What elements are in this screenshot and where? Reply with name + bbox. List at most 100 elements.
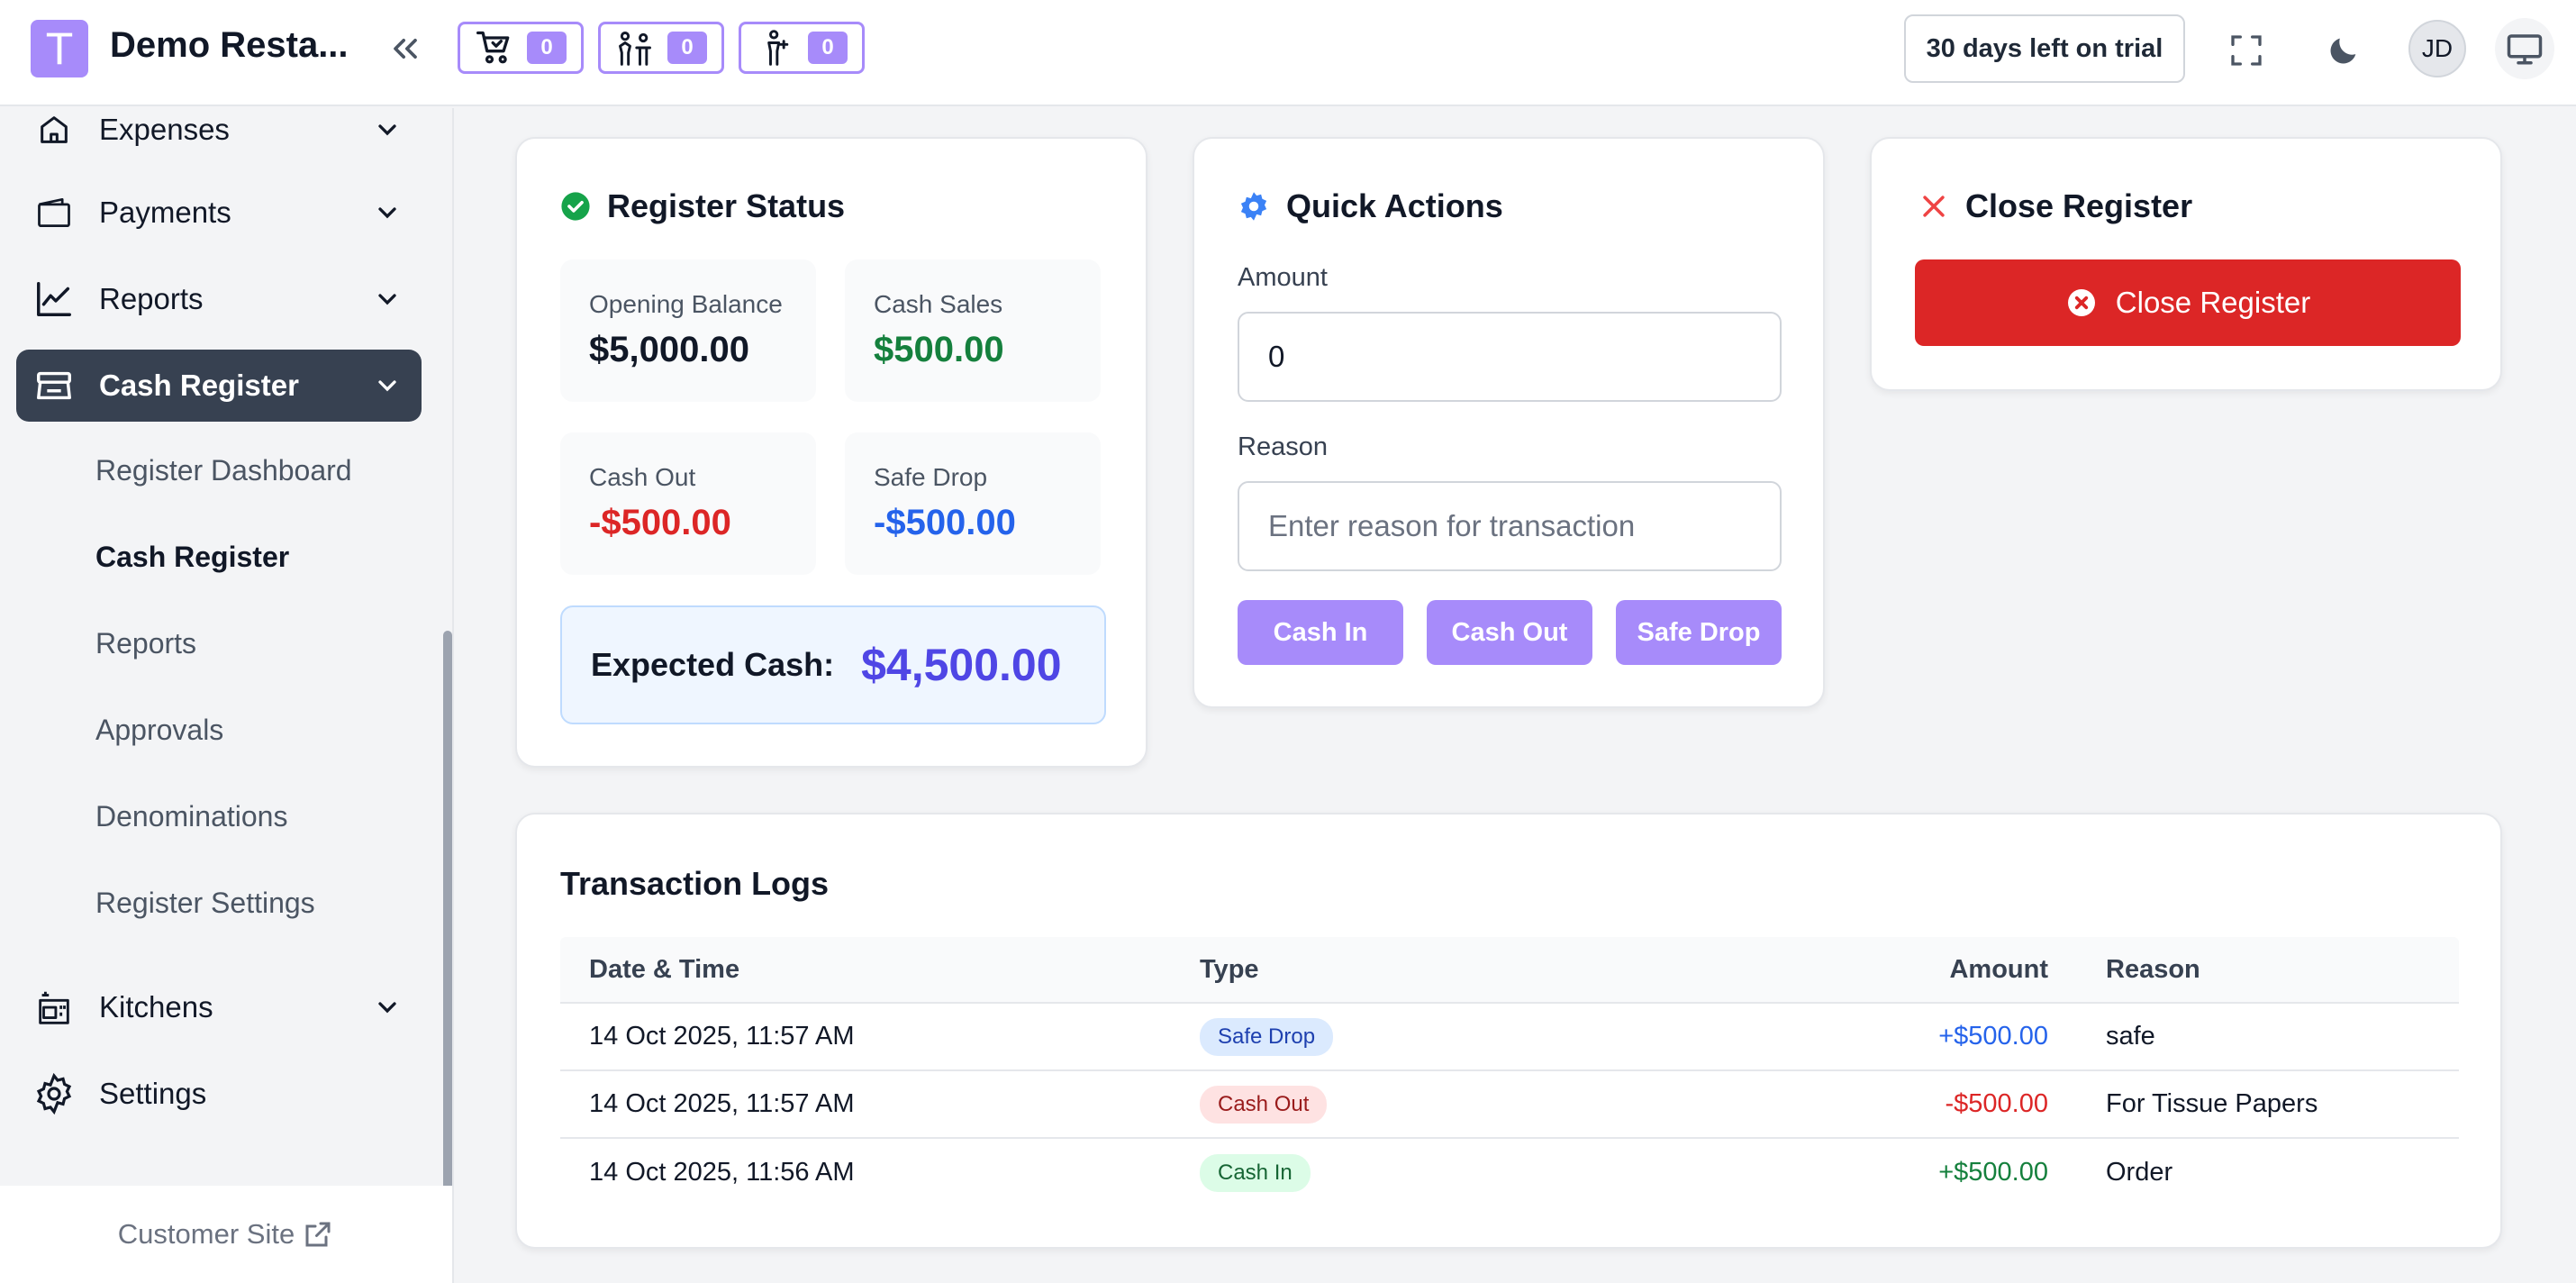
row-reason: safe [2106, 1022, 2155, 1051]
submenu-register-settings[interactable]: Register Settings [95, 887, 315, 920]
fullscreen-icon [2231, 35, 2262, 66]
reason-label: Reason [1238, 432, 1328, 461]
row-date: 14 Oct 2025, 11:57 AM [589, 1089, 855, 1118]
chevron-down-icon [378, 124, 396, 136]
safe-drop-label: Safe Drop [874, 463, 988, 491]
cash-sales-label: Cash Sales [874, 290, 1003, 318]
gear-icon [1240, 192, 1267, 221]
type-badge-cash-out: Cash Out [1200, 1085, 1328, 1124]
sidebar-item-cash-register[interactable]: Cash Register [16, 350, 422, 422]
sidebar-item-label: Reports [99, 282, 204, 315]
opening-balance-box: Opening Balance $5,000.00 [560, 259, 816, 402]
cash-register-icon [31, 362, 77, 409]
sidebar-item-expenses[interactable]: Expenses [16, 94, 422, 166]
dine-in-icon [619, 32, 651, 66]
cash-sales-box: Cash Sales $500.00 [845, 259, 1101, 402]
table-header: Date & Time Type Amount Reason [560, 937, 2459, 1004]
chevron-down-icon [378, 1002, 396, 1014]
sidebar-item-reports[interactable]: Reports [16, 263, 422, 335]
dine-in-orders-chip[interactable]: 0 [598, 22, 724, 74]
row-amount: -$500.00 [1945, 1089, 2049, 1118]
close-icon [1923, 196, 1945, 217]
transaction-logs-title: Transaction Logs [560, 865, 829, 903]
wallet-icon [31, 189, 77, 236]
transaction-logs-title-text: Transaction Logs [560, 865, 830, 902]
chevron-down-icon [378, 294, 396, 305]
table-row: 14 Oct 2025, 11:56 AM Cash In +$500.00 O… [560, 1139, 2459, 1206]
amount-label: Amount [1238, 263, 1328, 292]
row-amount: +$500.00 [1938, 1158, 2048, 1187]
column-header-amount: Amount [1949, 954, 2048, 984]
external-link-icon [305, 1222, 331, 1247]
chevrons-left-icon [394, 38, 417, 59]
transaction-table: Date & Time Type Amount Reason 14 Oct 20… [560, 937, 2459, 1206]
close-register-button-label: Close Register [2115, 286, 2311, 319]
cash-in-button[interactable]: Cash In [1238, 600, 1403, 665]
customer-site-link[interactable]: Customer Site [118, 1218, 334, 1251]
close-register-button[interactable]: Close Register [1915, 259, 2461, 346]
opening-balance-label: Opening Balance [589, 290, 783, 318]
expected-cash-label: Expected Cash: [591, 646, 835, 683]
gear-icon [31, 1070, 77, 1117]
home-icon [31, 106, 77, 153]
row-reason: For Tissue Papers [2106, 1089, 2318, 1118]
dark-mode-toggle[interactable] [2318, 25, 2369, 76]
sidebar-item-settings[interactable]: Settings [16, 1058, 422, 1130]
dine-in-orders-count: 0 [667, 32, 707, 64]
column-header-reason: Reason [2106, 954, 2200, 984]
table-row: 14 Oct 2025, 11:57 AM Cash Out -$500.00 … [560, 1071, 2459, 1139]
submenu-register-dashboard[interactable]: Register Dashboard [95, 454, 352, 487]
safe-drop-button[interactable]: Safe Drop [1616, 600, 1782, 665]
sidebar-item-kitchens[interactable]: Kitchens [16, 971, 422, 1043]
collapse-sidebar-button[interactable] [382, 25, 429, 72]
x-circle-icon [2067, 289, 2095, 316]
close-register-card: Close Register Close Register [1870, 137, 2502, 391]
cash-out-label: Cash Out [589, 463, 696, 491]
chart-line-icon [31, 276, 77, 323]
opening-balance-value: $5,000.00 [589, 330, 749, 369]
sidebar-scrollbar[interactable] [443, 631, 452, 1281]
expected-cash-box: Expected Cash: $4,500.00 [560, 605, 1106, 724]
monitor-icon [2507, 34, 2543, 65]
close-register-title: Close Register [1965, 187, 2193, 224]
row-date: 14 Oct 2025, 11:56 AM [589, 1158, 855, 1187]
app-logo[interactable]: T [31, 20, 88, 77]
expected-cash-value: $4,500.00 [861, 640, 1062, 690]
type-badge-safe-drop: Safe Drop [1200, 1017, 1334, 1056]
chevron-down-icon [378, 207, 396, 219]
user-avatar[interactable]: JD [2408, 20, 2466, 77]
delivery-orders-count: 0 [808, 32, 848, 64]
amount-input[interactable] [1238, 312, 1782, 402]
submenu-reports[interactable]: Reports [95, 627, 196, 660]
sidebar-item-label: Cash Register [99, 369, 299, 402]
takeaway-orders-count: 0 [527, 32, 567, 64]
submenu-cash-register[interactable]: Cash Register [95, 541, 289, 574]
quick-actions-title: Quick Actions [1286, 187, 1503, 224]
submenu-denominations[interactable]: Denominations [95, 800, 287, 833]
cash-out-box: Cash Out -$500.00 [560, 432, 816, 575]
transaction-logs-card: Transaction Logs Date & Time Type Amount… [515, 813, 2502, 1249]
fullscreen-button[interactable] [2221, 25, 2272, 76]
cash-out-button[interactable]: Cash Out [1427, 600, 1592, 665]
trial-days-button[interactable]: 30 days left on trial [1904, 14, 2185, 83]
safe-drop-box: Safe Drop -$500.00 [845, 432, 1101, 575]
reason-input[interactable] [1238, 481, 1782, 571]
display-button[interactable] [2495, 18, 2554, 79]
top-header: T Demo Resta... 0 0 0 30 days left on tr… [0, 0, 2576, 106]
row-reason: Order [2106, 1158, 2173, 1187]
moon-icon [2330, 38, 2356, 64]
delivery-orders-chip[interactable]: 0 [739, 22, 865, 74]
sidebar-item-label: Expenses [99, 113, 230, 146]
takeaway-orders-chip[interactable]: 0 [458, 22, 584, 74]
type-badge-cash-in: Cash In [1200, 1153, 1311, 1192]
safe-drop-value: -$500.00 [874, 503, 1016, 542]
sidebar-item-payments[interactable]: Payments [16, 177, 422, 249]
cart-icon [476, 31, 510, 64]
sidebar-item-label: Kitchens [99, 990, 213, 1024]
submenu-approvals[interactable]: Approvals [95, 714, 223, 747]
cash-out-value: -$500.00 [589, 503, 731, 542]
quick-actions-card: Quick Actions Amount Reason Cash In Cash… [1193, 137, 1825, 708]
sidebar-footer: Customer Site [0, 1186, 452, 1283]
row-amount: +$500.00 [1938, 1022, 2048, 1051]
register-status-card: Register Status Opening Balance $5,000.0… [515, 137, 1147, 768]
